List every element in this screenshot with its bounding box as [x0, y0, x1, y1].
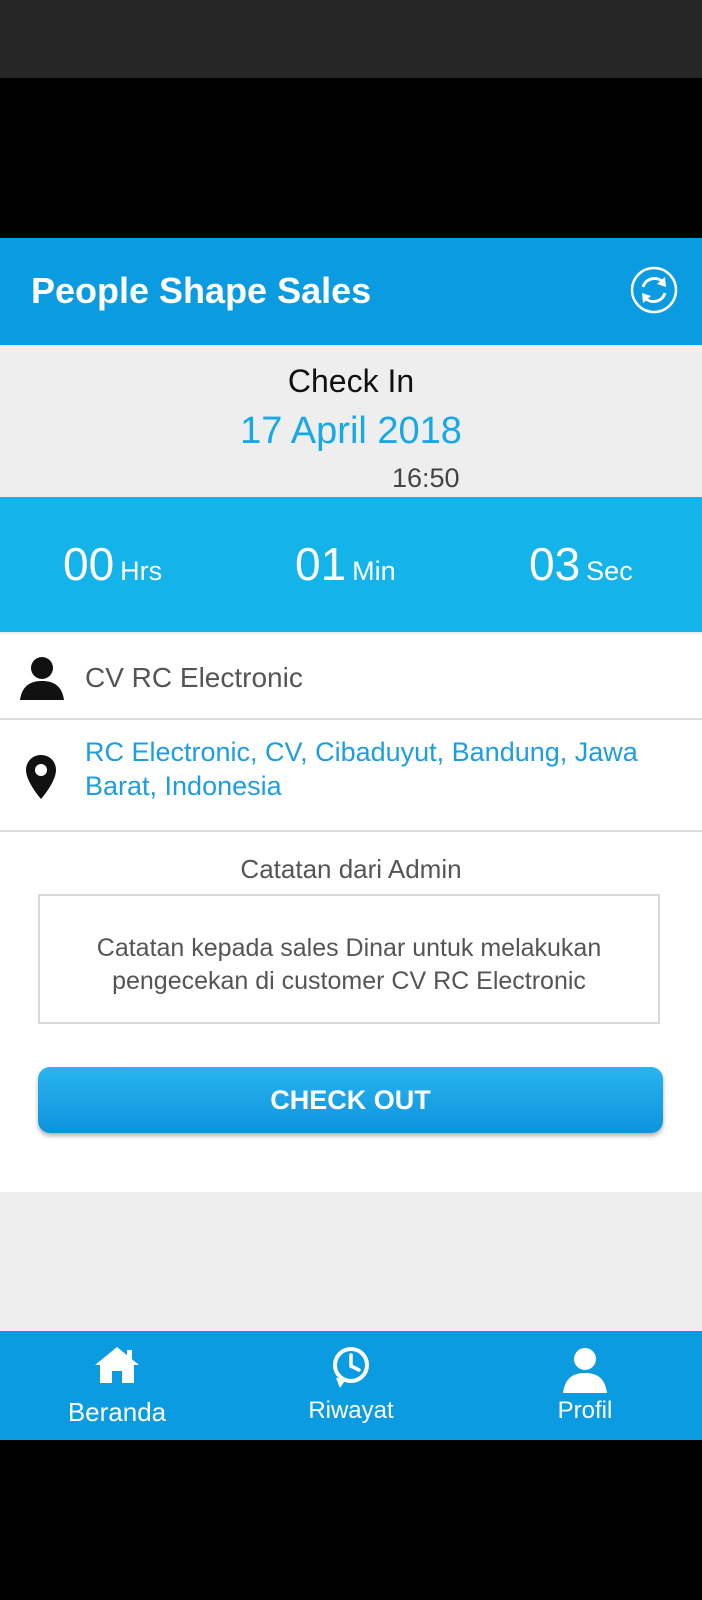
elapsed-timer: 00 Hrs 01 Min 03 Sec — [0, 497, 702, 632]
top-blank-area — [0, 78, 702, 238]
refresh-button[interactable] — [624, 262, 684, 322]
checkin-time: 16:50 — [392, 463, 460, 493]
location-address[interactable]: RC Electronic, CV, Cibaduyut, Bandung, J… — [85, 735, 685, 803]
checkin-date: 17 April 2018 — [240, 410, 462, 452]
customer-name: CV RC Electronic — [85, 662, 303, 693]
checkin-section: Check In 17 April 2018 16:50 — [0, 345, 702, 497]
timer-hours-value: 00 — [63, 538, 115, 590]
profile-icon — [468, 1345, 702, 1393]
app-bar: People Shape Sales — [0, 238, 702, 345]
timer-hours: 00 Hrs — [63, 537, 162, 591]
refresh-icon — [629, 265, 679, 320]
person-icon — [18, 654, 66, 705]
location-row: RC Electronic, CV, Cibaduyut, Bandung, J… — [0, 720, 702, 832]
nav-label-riwayat: Riwayat — [308, 1397, 394, 1424]
app-title: People Shape Sales — [31, 270, 372, 311]
nav-label-beranda: Beranda — [67, 1397, 167, 1427]
nav-item-riwayat[interactable]: Riwayat — [234, 1331, 468, 1440]
nav-item-profil[interactable]: Profil — [468, 1331, 702, 1440]
checkin-label: Check In — [287, 363, 415, 399]
admin-notes-section: Catatan dari Admin Catatan kepada sales … — [0, 832, 702, 1192]
status-bar — [0, 0, 702, 78]
notes-title: Catatan dari Admin — [240, 854, 462, 884]
location-pin-icon — [24, 753, 58, 806]
home-icon — [0, 1345, 234, 1385]
bottom-blank-area — [0, 1440, 702, 1600]
timer-hours-label: Hrs — [120, 556, 163, 586]
timer-seconds-value: 03 — [529, 538, 581, 590]
timer-minutes-label: Min — [352, 556, 396, 586]
timer-minutes-value: 01 — [295, 538, 347, 590]
notes-text: Catatan kepada sales Dinar untuk melakuk… — [96, 934, 602, 995]
nav-label-profil: Profil — [557, 1397, 613, 1424]
timer-seconds-label: Sec — [586, 556, 633, 586]
bottom-navigation: Beranda Riwayat Profil — [0, 1331, 702, 1440]
timer-seconds: 03 Sec — [529, 537, 633, 591]
notes-box: Catatan kepada sales Dinar untuk melakuk… — [38, 894, 660, 1024]
checkout-button[interactable]: CHECK OUT — [38, 1067, 663, 1133]
nav-item-beranda[interactable]: Beranda — [0, 1331, 234, 1440]
app-screen: People Shape Sales Check In 17 April 201… — [0, 238, 702, 1440]
history-icon — [234, 1345, 468, 1389]
timer-minutes: 01 Min — [295, 537, 396, 591]
customer-row: CV RC Electronic — [0, 634, 702, 720]
